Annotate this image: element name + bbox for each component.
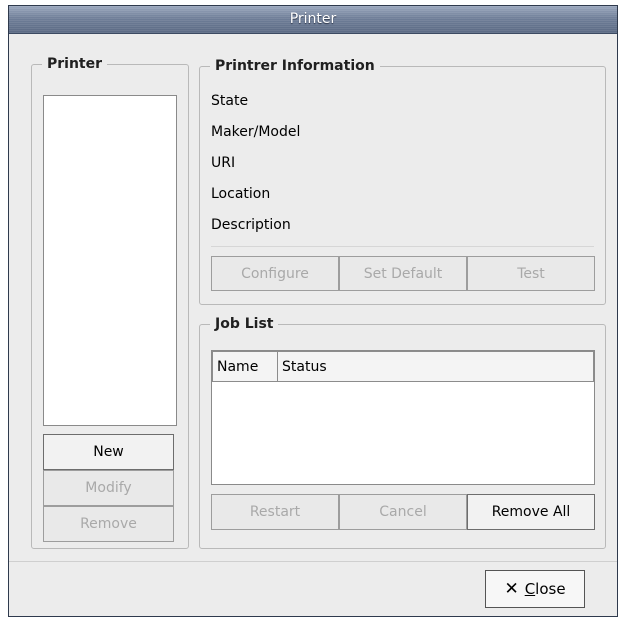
close-label-rest: lose	[535, 580, 566, 598]
printer-info-frame: Printrer Information State Maker/Model U…	[199, 58, 606, 305]
new-button[interactable]: New	[43, 434, 174, 470]
close-mnemonic: C	[524, 580, 536, 598]
description-label: Description	[211, 217, 291, 233]
job-list-legend: Job List	[215, 316, 274, 332]
state-label: State	[211, 93, 249, 109]
title-bar[interactable]: Printer	[9, 6, 617, 34]
cancel-button[interactable]: Cancel	[339, 494, 467, 530]
modify-button[interactable]: Modify	[43, 470, 174, 506]
restart-button[interactable]: Restart	[211, 494, 339, 530]
remove-button[interactable]: Remove	[43, 506, 174, 542]
maker-model-label: Maker/Model	[211, 124, 301, 140]
printer-info-legend: Printrer Information	[215, 58, 375, 74]
test-button[interactable]: Test	[467, 256, 595, 291]
info-separator	[211, 246, 594, 247]
close-button-label: Close	[525, 580, 566, 598]
printer-list[interactable]	[43, 95, 177, 426]
close-button[interactable]: ✕ Close	[485, 570, 585, 608]
column-header-name[interactable]: Name	[212, 351, 278, 382]
printer-dialog: Printer Printer New Modify Remove Printr…	[8, 5, 618, 617]
configure-button[interactable]: Configure	[211, 256, 339, 291]
x-icon: ✕	[504, 579, 519, 599]
printer-frame: Printer New Modify Remove	[31, 56, 189, 549]
remove-all-button[interactable]: Remove All	[467, 494, 595, 530]
footer-separator	[9, 561, 617, 562]
printer-frame-legend: Printer	[47, 56, 103, 72]
column-header-status[interactable]: Status	[277, 351, 594, 382]
location-label: Location	[211, 186, 271, 202]
job-list-frame: Job List Name Status Restart Cancel Remo…	[199, 316, 606, 549]
set-default-button[interactable]: Set Default	[339, 256, 467, 291]
job-table[interactable]: Name Status	[211, 350, 595, 485]
window-title: Printer	[289, 11, 337, 27]
uri-label: URI	[211, 155, 236, 171]
